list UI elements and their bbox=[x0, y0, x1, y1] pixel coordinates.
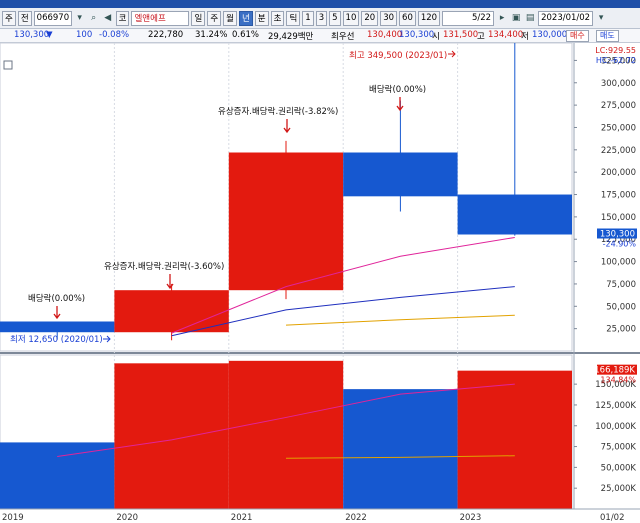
volume-tag-percent: 134.84% bbox=[600, 376, 636, 385]
hc-label: HC:-62.72 bbox=[596, 56, 636, 65]
search-icon[interactable]: ⌕ bbox=[88, 11, 100, 25]
save-icon[interactable]: ▣ bbox=[510, 11, 522, 25]
speaker-icon[interactable]: ◀ bbox=[102, 11, 114, 25]
price-tick-label: 225,000 bbox=[601, 146, 636, 156]
low-price: 130,000 bbox=[532, 30, 568, 40]
volume-bar bbox=[114, 363, 229, 509]
lc-label: LC:929.55 bbox=[595, 46, 636, 55]
price-tick-label: 275,000 bbox=[601, 101, 636, 111]
volume-tag-label: 166,189K bbox=[594, 366, 635, 376]
chart-toolbar: 주 전 066970 ▾ ⌕ ◀ 코 엘앤에프 일 주 월 년 분 초 틱 1 … bbox=[0, 8, 640, 29]
ask-price: 130,400 bbox=[367, 30, 403, 40]
period-year[interactable]: 년 bbox=[238, 10, 253, 26]
price-tick-label: 200,000 bbox=[601, 168, 636, 178]
price-tick-label: 150,000 bbox=[601, 213, 636, 223]
price-chart: 25,000 50,000 75,000 100,000 125,000 150,000 1… bbox=[0, 38, 640, 523]
candle-body bbox=[343, 152, 458, 197]
volume-tick-label: 75,000K bbox=[601, 443, 637, 453]
price-tick-label: 250,000 bbox=[601, 123, 636, 133]
interval-120[interactable]: 120 bbox=[417, 10, 441, 26]
price-change: 100 bbox=[76, 30, 93, 40]
x-tick-label: 2019 bbox=[2, 513, 24, 523]
volume-tick-label: 125,000K bbox=[595, 401, 636, 411]
low-label: 저 bbox=[521, 32, 529, 42]
event-label: 유상증자.배당락.권리락(-3.60%) bbox=[104, 261, 224, 272]
date-input[interactable]: 2023/01/02 bbox=[538, 10, 594, 26]
price-tick-label: 175,000 bbox=[601, 191, 636, 201]
chevron-right-icon[interactable]: ▸ bbox=[496, 11, 508, 25]
priority-label: 최우선 bbox=[331, 32, 355, 42]
period-minute[interactable]: 분 bbox=[254, 10, 269, 26]
period-week[interactable]: 주 bbox=[207, 10, 222, 26]
sell-button[interactable]: 매도 bbox=[596, 30, 619, 42]
change-percent: -0.08% bbox=[99, 30, 130, 40]
interval-1[interactable]: 1 bbox=[302, 10, 314, 26]
price-tag-label: 130,300 bbox=[600, 229, 635, 239]
volume-tick-label: 25,000K bbox=[601, 484, 637, 494]
high-label: 고 bbox=[477, 32, 485, 42]
min-price-label: 최저 12,650 (2020/01) bbox=[10, 334, 103, 345]
chart-svg: 25,00050,00075,000100,000125,000150,0001… bbox=[0, 38, 640, 523]
x-tick-label: 2020 bbox=[116, 513, 138, 523]
period-tick[interactable]: 틱 bbox=[286, 10, 301, 26]
event-label: 배당락(0.00%) bbox=[28, 293, 85, 304]
x-end-label: 01/02 bbox=[600, 513, 625, 523]
quote-bar: 130,300 ▼ 100 -0.08% 222,780 31.24% 0.61… bbox=[0, 29, 640, 43]
candle-body bbox=[0, 321, 115, 333]
event-label: 배당락(0.00%) bbox=[369, 84, 426, 95]
volume-bar bbox=[457, 370, 572, 509]
calendar-icon[interactable]: ▤ bbox=[524, 11, 536, 25]
interval-5[interactable]: 5 bbox=[329, 10, 341, 26]
code-button[interactable]: 코 bbox=[115, 10, 130, 26]
volume-tick-label: 100,000K bbox=[595, 422, 636, 432]
price-tick-label: 100,000 bbox=[601, 258, 636, 268]
interval-20[interactable]: 20 bbox=[361, 10, 379, 26]
period-month[interactable]: 월 bbox=[223, 10, 237, 26]
x-tick-label: 2023 bbox=[460, 513, 482, 523]
chevron-down-icon[interactable]: ▾ bbox=[74, 11, 86, 25]
prev-button[interactable]: 전 bbox=[17, 10, 32, 26]
buy-button[interactable]: 매수 bbox=[566, 30, 589, 42]
event-label: 유상증자.배당락.권리락(-3.82%) bbox=[218, 106, 338, 117]
candle-body bbox=[228, 152, 344, 291]
interval-30[interactable]: 30 bbox=[380, 10, 398, 26]
code-input[interactable]: 066970 bbox=[33, 10, 72, 26]
period-second[interactable]: 초 bbox=[270, 10, 285, 26]
period-day[interactable]: 일 bbox=[191, 10, 206, 26]
price-tick-label: 75,000 bbox=[606, 280, 636, 290]
volume-tick-label: 50,000K bbox=[601, 463, 637, 473]
trade-amount: 29,429백만 bbox=[268, 32, 314, 42]
price-tick-label: 50,000 bbox=[606, 302, 636, 312]
down-arrow-icon: ▼ bbox=[46, 30, 53, 40]
bid-price: 130,300 bbox=[399, 30, 435, 40]
candle-body bbox=[457, 194, 572, 235]
interval-3[interactable]: 3 bbox=[315, 10, 328, 26]
volume-bar bbox=[343, 389, 458, 509]
price-tick-label: 300,000 bbox=[601, 79, 636, 89]
turnover: 0.61% bbox=[232, 30, 260, 40]
page-indicator: 5/22 bbox=[442, 10, 495, 26]
volume-bar bbox=[0, 442, 115, 509]
candle-body bbox=[114, 290, 229, 333]
price-tag-percent: -24.90% bbox=[603, 239, 637, 248]
volume: 222,780 bbox=[148, 30, 184, 40]
market-select[interactable]: 주 bbox=[2, 10, 16, 26]
price-tick-label: 25,000 bbox=[606, 325, 636, 335]
max-price-label: 최고 349,500 (2023/01) bbox=[349, 50, 447, 61]
current-price: 130,300 bbox=[14, 30, 50, 40]
volume-ratio: 31.24% bbox=[195, 30, 228, 40]
open-price: 131,500 bbox=[443, 30, 479, 40]
stock-name: 엘앤에프 bbox=[131, 10, 190, 26]
x-tick-label: 2022 bbox=[345, 513, 367, 523]
interval-10[interactable]: 10 bbox=[342, 10, 360, 26]
window-titlebar bbox=[0, 0, 640, 8]
interval-60[interactable]: 60 bbox=[399, 10, 416, 26]
volume-bar bbox=[228, 360, 344, 509]
open-label: 시 bbox=[432, 32, 440, 42]
high-price: 134,400 bbox=[488, 30, 524, 40]
x-tick-label: 2021 bbox=[231, 513, 253, 523]
calendar-dropdown-icon[interactable]: ▾ bbox=[595, 11, 607, 25]
